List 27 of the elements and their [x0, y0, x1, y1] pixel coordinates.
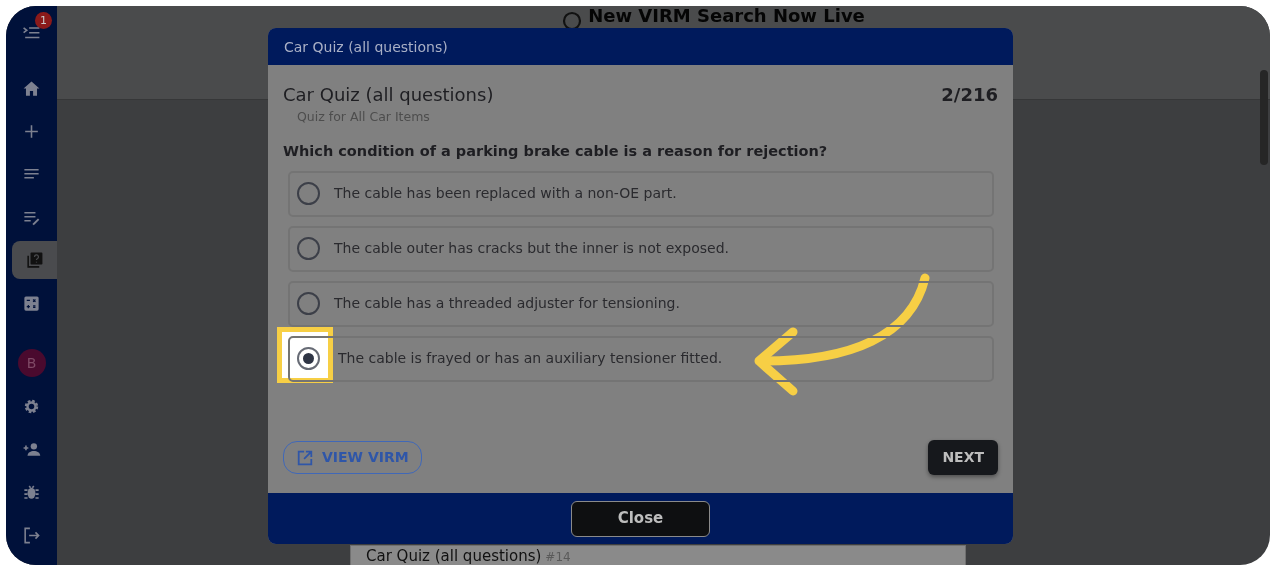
avatar[interactable]: B [17, 349, 46, 377]
question-text: Which condition of a parking brake cable is a reason for rejection? [283, 141, 829, 161]
quiz-card-title: Car Quiz (all questions) [366, 547, 542, 565]
menu-button[interactable]: 1 [9, 14, 54, 52]
answer-option[interactable]: The cable has a threaded adjuster for tensioning. [288, 280, 994, 327]
question-card-icon[interactable] [12, 241, 57, 279]
dialog-header: Car Quiz (all questions) [268, 28, 1013, 65]
answer-option[interactable]: The cable outer has cracks but the inner is not exposed. [288, 225, 994, 272]
radio-button[interactable] [297, 237, 320, 260]
notification-badge: 1 [35, 12, 52, 29]
answer-option[interactable]: The cable has been replaced with a non-OE part. [288, 170, 994, 217]
option-text: The cable has been replaced with a non-OE part. [334, 184, 677, 203]
banner-title: New VIRM Search Now Live [588, 6, 865, 26]
question-counter: 2/216 [941, 83, 998, 107]
scrollbar-thumb[interactable] [1260, 70, 1268, 165]
circle-icon [562, 11, 583, 31]
option-text: The cable has a threaded adjuster for tensioning. [334, 294, 680, 313]
next-button[interactable]: NEXT [928, 440, 998, 475]
option-text: The cable is frayed or has an auxiliary tensioner fitted. [338, 349, 723, 368]
radio-button[interactable] [297, 347, 320, 370]
external-link-icon [296, 448, 314, 467]
answer-option[interactable]: The cable is frayed or has an auxiliary tensioner fitted. [288, 335, 994, 382]
radio-button[interactable] [297, 292, 320, 315]
radio-button[interactable] [297, 182, 320, 205]
quiz-title: Car Quiz (all questions) [283, 83, 494, 107]
close-button[interactable]: Close [571, 500, 710, 537]
option-text: The cable outer has cracks but the inner is not exposed. [334, 239, 730, 258]
